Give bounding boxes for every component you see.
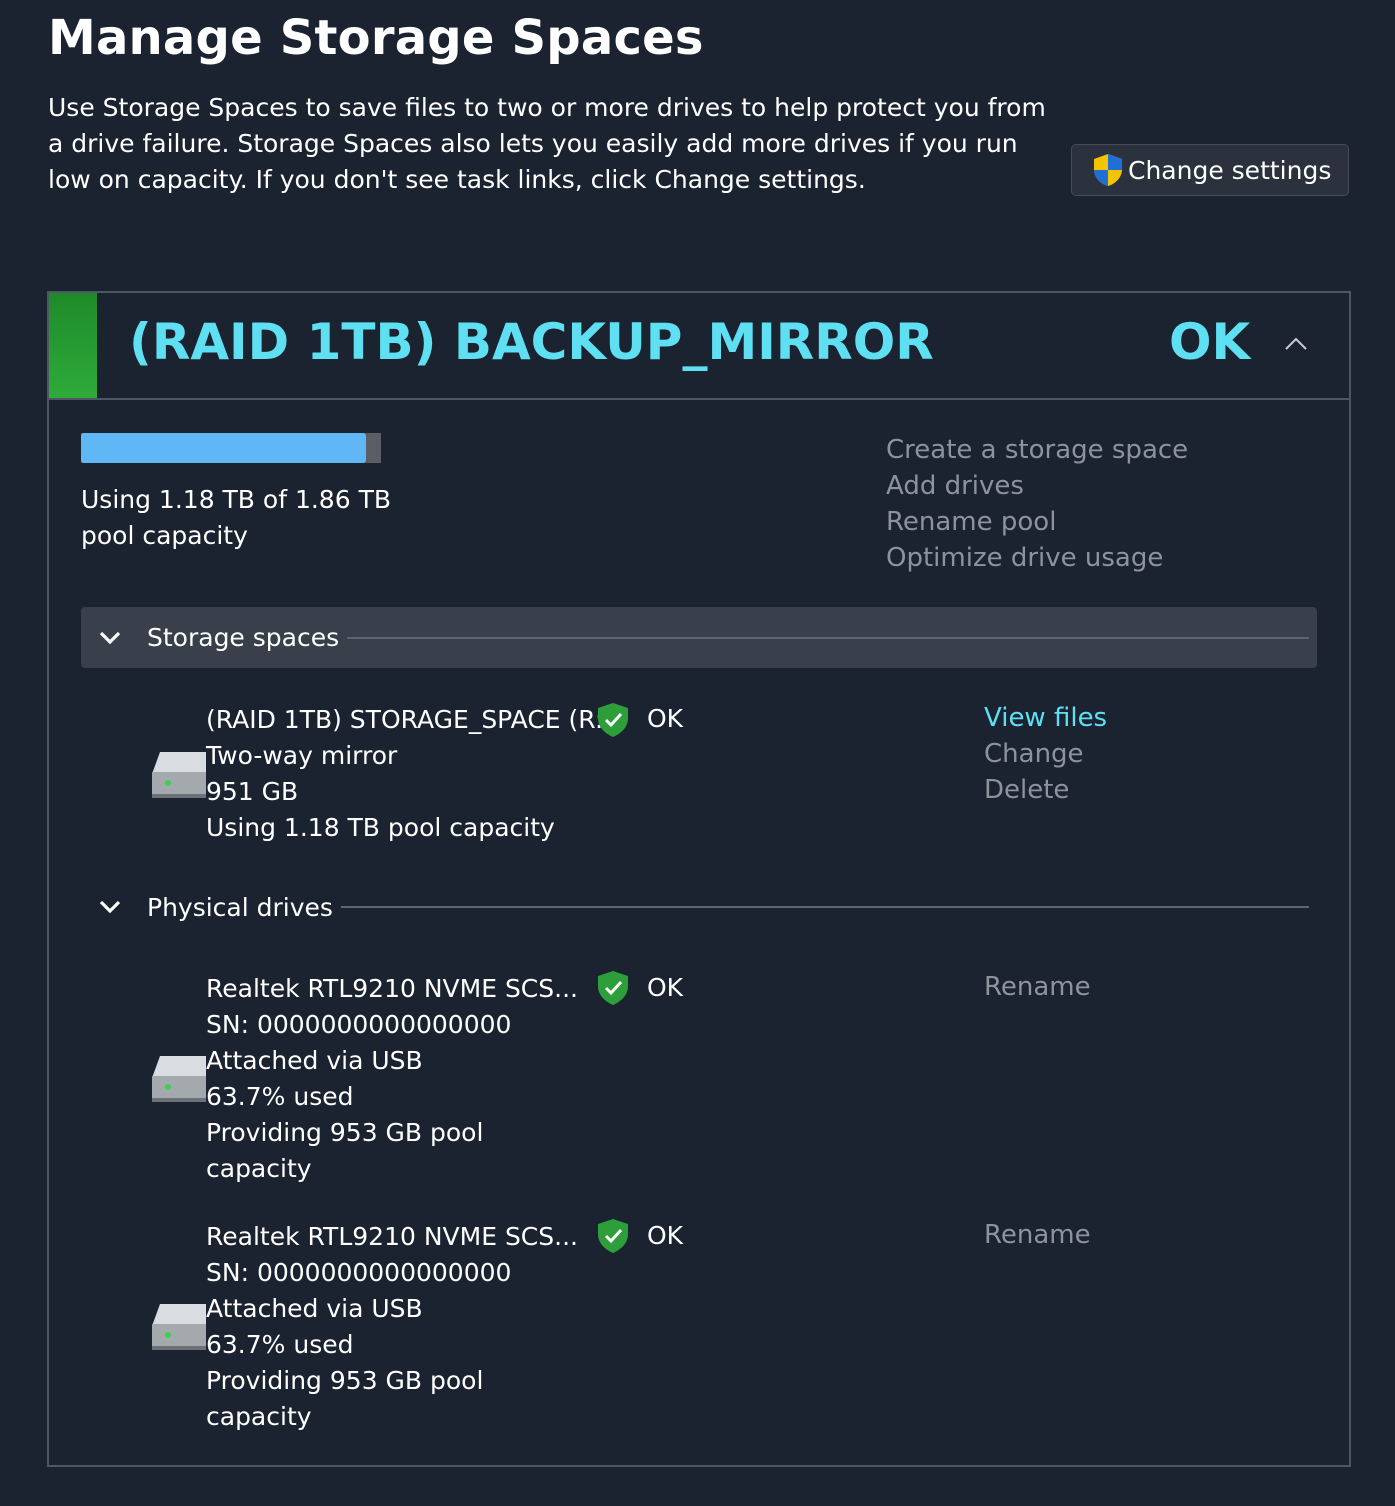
drive-attach: Attached via USB	[206, 1294, 423, 1323]
pool-status: OK	[1169, 313, 1251, 371]
delete-link[interactable]: Delete	[984, 775, 1069, 805]
storage-space-name: (RAID 1TB) STORAGE_SPACE (R:)	[206, 705, 614, 734]
pool-header: (RAID 1TB) BACKUP_MIRROR OK	[49, 293, 1349, 400]
page-title: Manage Storage Spaces	[48, 10, 704, 66]
view-files-link[interactable]: View files	[984, 703, 1107, 733]
drive-providing: Providing 953 GB pool	[206, 1118, 484, 1147]
physical-drive-details: Realtek RTL9210 NVME SCS... SN: 00000000…	[206, 971, 578, 1187]
physical-drive-details: Realtek RTL9210 NVME SCS... SN: 00000000…	[206, 1219, 578, 1435]
drive-name: Realtek RTL9210 NVME SCS...	[206, 974, 578, 1003]
drive-name: Realtek RTL9210 NVME SCS...	[206, 1222, 578, 1251]
drive-used: 63.7% used	[206, 1330, 354, 1359]
uac-shield-icon	[1094, 154, 1122, 186]
capacity-line-1: Using 1.18 TB of 1.86 TB	[81, 485, 391, 514]
drive-attach: Attached via USB	[206, 1046, 423, 1075]
drive-icon	[152, 1304, 206, 1350]
chevron-down-icon	[99, 900, 121, 914]
page-description: Use Storage Spaces to save files to two …	[48, 93, 1046, 194]
physical-drives-section-header[interactable]: Physical drives	[81, 884, 1317, 930]
chevron-down-icon	[99, 631, 121, 644]
ok-shield-icon	[598, 703, 628, 737]
drive-providing: Providing 953 GB pool	[206, 1366, 484, 1395]
rename-drive-link[interactable]: Rename	[984, 972, 1091, 1002]
chevron-up-icon[interactable]	[1281, 329, 1311, 359]
storage-space-type: Two-way mirror	[206, 741, 398, 770]
physical-drives-label: Physical drives	[147, 892, 333, 922]
storage-spaces-label: Storage spaces	[147, 623, 340, 652]
capacity-line-2: pool capacity	[81, 521, 248, 550]
pool-capacity-text: Using 1.18 TB of 1.86 TB pool capacity	[81, 482, 421, 554]
storage-space-size: 951 GB	[206, 777, 299, 806]
pool-capacity-bar	[81, 433, 381, 463]
drive-serial: SN: 0000000000000000	[206, 1010, 512, 1039]
rename-pool-link[interactable]: Rename pool	[886, 504, 1188, 540]
drive-status: OK	[647, 1221, 684, 1250]
pool-capacity-fill	[81, 433, 366, 463]
change-link[interactable]: Change	[984, 739, 1084, 769]
storage-space-status: OK	[647, 704, 684, 733]
ok-shield-icon	[598, 971, 628, 1005]
drive-serial: SN: 0000000000000000	[206, 1258, 512, 1287]
drive-status: OK	[647, 973, 684, 1002]
storage-space-details: (RAID 1TB) STORAGE_SPACE (R:) Two-way mi…	[206, 702, 613, 846]
section-divider	[340, 906, 1309, 908]
drive-icon	[152, 752, 206, 798]
drive-providing-2: capacity	[206, 1402, 312, 1431]
pool-task-links: Create a storage space Add drives Rename…	[886, 432, 1188, 576]
drive-providing-2: capacity	[206, 1154, 312, 1183]
section-divider	[347, 636, 1309, 639]
pool-name: (RAID 1TB) BACKUP_MIRROR	[129, 313, 934, 371]
storage-spaces-section-header[interactable]: Storage spaces	[81, 607, 1317, 668]
optimize-drive-usage-link[interactable]: Optimize drive usage	[886, 540, 1188, 576]
ok-shield-icon	[598, 1219, 628, 1253]
change-settings-label: Change settings	[1128, 155, 1332, 185]
rename-drive-link[interactable]: Rename	[984, 1220, 1091, 1250]
pool-status-stripe	[49, 293, 97, 398]
add-drives-link[interactable]: Add drives	[886, 468, 1188, 504]
storage-space-usage: Using 1.18 TB pool capacity	[206, 813, 555, 842]
change-settings-button[interactable]: Change settings	[1071, 144, 1349, 196]
create-storage-space-link[interactable]: Create a storage space	[886, 432, 1188, 468]
drive-icon	[152, 1056, 206, 1102]
drive-used: 63.7% used	[206, 1082, 354, 1111]
